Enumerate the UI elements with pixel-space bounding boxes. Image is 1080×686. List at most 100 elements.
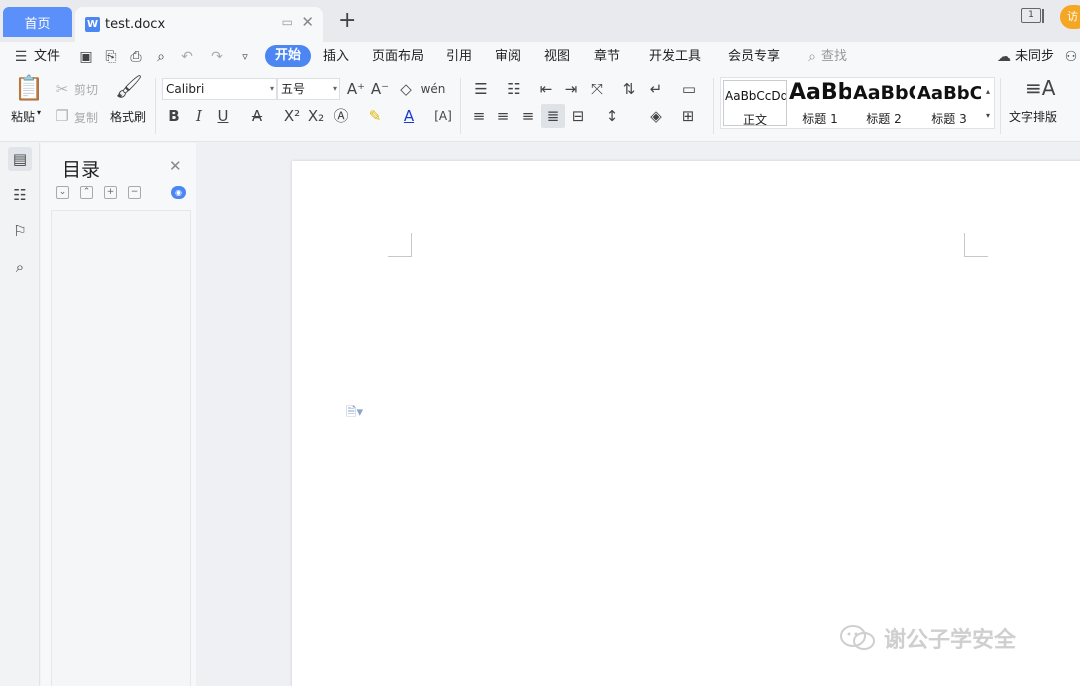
- toc-title: 目录: [62, 159, 101, 181]
- copy-button[interactable]: 复制: [74, 109, 98, 126]
- tab-review[interactable]: 审阅: [495, 42, 521, 72]
- strikethrough-icon[interactable]: A: [248, 106, 266, 126]
- style-name: 标题 3: [931, 112, 967, 126]
- paste-icon[interactable]: 📋: [14, 76, 44, 100]
- hamburger-menu-icon[interactable]: ☰: [12, 48, 30, 66]
- chevron-down-icon: ▾: [269, 84, 274, 93]
- collapse-down-icon[interactable]: ⌄: [56, 186, 69, 199]
- align-center-icon[interactable]: ≡: [494, 106, 512, 126]
- tab-home[interactable]: 首页: [3, 7, 72, 37]
- subscript-icon[interactable]: X₂: [306, 106, 326, 126]
- distribute-icon[interactable]: ⊟: [568, 106, 588, 126]
- shading-icon[interactable]: ◈: [646, 106, 666, 126]
- tab-page-layout[interactable]: 页面布局: [372, 42, 424, 72]
- copy-icon[interactable]: ❐: [53, 106, 71, 126]
- tab-start[interactable]: 开始: [265, 45, 312, 67]
- decrease-indent-icon[interactable]: ⇤: [537, 79, 555, 99]
- menu-file[interactable]: 文件: [34, 42, 60, 72]
- close-icon[interactable]: ✕: [169, 157, 182, 175]
- style-sample: AaBbCcDd: [725, 89, 787, 103]
- text-effect-icon[interactable]: Ⓐ: [332, 106, 350, 126]
- bookmark-icon[interactable]: ⚐: [8, 219, 32, 243]
- style-heading-1[interactable]: AaBb 标题 1: [789, 80, 851, 126]
- save-icon[interactable]: ▣: [77, 48, 95, 66]
- cloud-sync-icon: ☁: [997, 49, 1011, 65]
- bold-icon[interactable]: B: [165, 106, 183, 126]
- align-right-icon[interactable]: ≡: [519, 106, 537, 126]
- numbered-list-icon[interactable]: ☷: [503, 79, 525, 99]
- export-pdf-icon[interactable]: ⎘: [102, 48, 120, 66]
- close-tab-icon[interactable]: ✕: [301, 13, 314, 31]
- line-spacing-icon[interactable]: ↕: [602, 106, 622, 126]
- increase-indent-icon[interactable]: ⇥: [562, 79, 580, 99]
- undo-icon[interactable]: ↶: [178, 48, 196, 66]
- search-icon: ⌕: [808, 49, 816, 65]
- clear-format-icon[interactable]: ◇: [396, 79, 416, 99]
- share-user-icon[interactable]: ⚇: [1062, 48, 1080, 66]
- tab-references[interactable]: 引用: [446, 42, 472, 72]
- gallery-more-icon[interactable]: ▾: [983, 106, 993, 126]
- sync-status[interactable]: 未同步: [1015, 42, 1054, 72]
- tab-developer[interactable]: 开发工具: [649, 42, 701, 72]
- justify-icon[interactable]: ≣: [541, 104, 565, 128]
- tab-view[interactable]: 视图: [544, 42, 570, 72]
- redo-icon[interactable]: ↷: [208, 48, 226, 66]
- expand-all-icon[interactable]: +: [104, 186, 117, 199]
- font-name-select[interactable]: Calibri ▾: [162, 78, 277, 100]
- tab-insert[interactable]: 插入: [323, 42, 349, 72]
- paste-button[interactable]: 粘贴: [11, 108, 35, 125]
- font-size-select[interactable]: 五号 ▾: [277, 78, 340, 100]
- avatar[interactable]: 访: [1060, 5, 1080, 29]
- expand-up-icon[interactable]: ⌃: [80, 186, 93, 199]
- paragraph-mark-icon[interactable]: ↵: [646, 79, 666, 99]
- toc-visibility-icon[interactable]: ◉: [171, 186, 186, 199]
- font-grow-icon[interactable]: A⁺: [346, 79, 366, 99]
- toc-panel-icon[interactable]: ▤: [8, 147, 32, 171]
- left-nav-bar: ▤ ☷ ⚐ ⌕: [0, 143, 40, 686]
- text-layout-icon[interactable]: ≡A: [1025, 78, 1055, 98]
- gallery-up-icon[interactable]: ▴: [983, 82, 993, 102]
- phonetic-guide-icon[interactable]: wén: [420, 79, 446, 99]
- ruler-icon[interactable]: ▭: [678, 79, 700, 99]
- style-heading-2[interactable]: AaBbC 标题 2: [853, 80, 915, 126]
- char-border-icon[interactable]: [A]: [434, 106, 452, 126]
- tab-member[interactable]: 会员专享: [728, 42, 780, 72]
- highlight-icon[interactable]: ✎: [366, 106, 384, 126]
- text-layout-button[interactable]: 文字排版: [1009, 108, 1057, 125]
- sort-icon[interactable]: ⇅: [620, 79, 638, 99]
- paragraph-options-icon[interactable]: 🗎▾: [346, 403, 363, 425]
- text-direction-icon[interactable]: ⤧: [587, 79, 607, 99]
- new-tab-button[interactable]: +: [338, 8, 356, 33]
- document-page[interactable]: 🗎▾: [292, 161, 1080, 686]
- bullet-list-icon[interactable]: ☰: [470, 79, 492, 99]
- align-left-icon[interactable]: ≡: [470, 106, 488, 126]
- window-count-icon[interactable]: 1: [1021, 8, 1041, 23]
- format-painter-icon[interactable]: 🖌: [115, 77, 143, 99]
- borders-icon[interactable]: ⊞: [678, 106, 698, 126]
- customize-toolbar-icon[interactable]: ▿: [236, 48, 254, 66]
- search-box[interactable]: 查找: [821, 42, 847, 72]
- font-color-icon[interactable]: A: [400, 106, 418, 126]
- style-heading-3[interactable]: AaBbC 标题 3: [917, 80, 981, 126]
- print-preview-icon[interactable]: ⌕: [152, 48, 170, 66]
- style-sample: AaBbC: [917, 83, 981, 104]
- styles-gallery: AaBbCcDd 正文 AaBb 标题 1 AaBbC 标题 2 AaBbC 标…: [720, 77, 995, 129]
- cut-button[interactable]: 剪切: [74, 81, 98, 98]
- superscript-icon[interactable]: X²: [282, 106, 302, 126]
- tab-document[interactable]: W test.docx ▭ ✕: [75, 7, 323, 42]
- print-icon[interactable]: ⎙: [127, 48, 145, 66]
- format-painter-button[interactable]: 格式刷: [110, 108, 146, 125]
- collapse-all-icon[interactable]: −: [128, 186, 141, 199]
- watermark-text: 谢公子学安全: [884, 628, 1017, 653]
- cut-icon[interactable]: ✂: [53, 79, 71, 99]
- tab-chapter[interactable]: 章节: [594, 42, 620, 72]
- margin-corner-top-right: [964, 233, 988, 257]
- underline-icon[interactable]: U: [214, 106, 232, 126]
- style-normal[interactable]: AaBbCcDd 正文: [723, 80, 787, 126]
- paste-dropdown-icon[interactable]: ▾: [37, 108, 41, 117]
- italic-icon[interactable]: I: [190, 106, 208, 126]
- pin-icon[interactable]: ▭: [282, 15, 293, 29]
- search-icon[interactable]: ⌕: [8, 255, 32, 279]
- chapter-nav-icon[interactable]: ☷: [8, 183, 32, 207]
- font-shrink-icon[interactable]: A⁻: [370, 79, 390, 99]
